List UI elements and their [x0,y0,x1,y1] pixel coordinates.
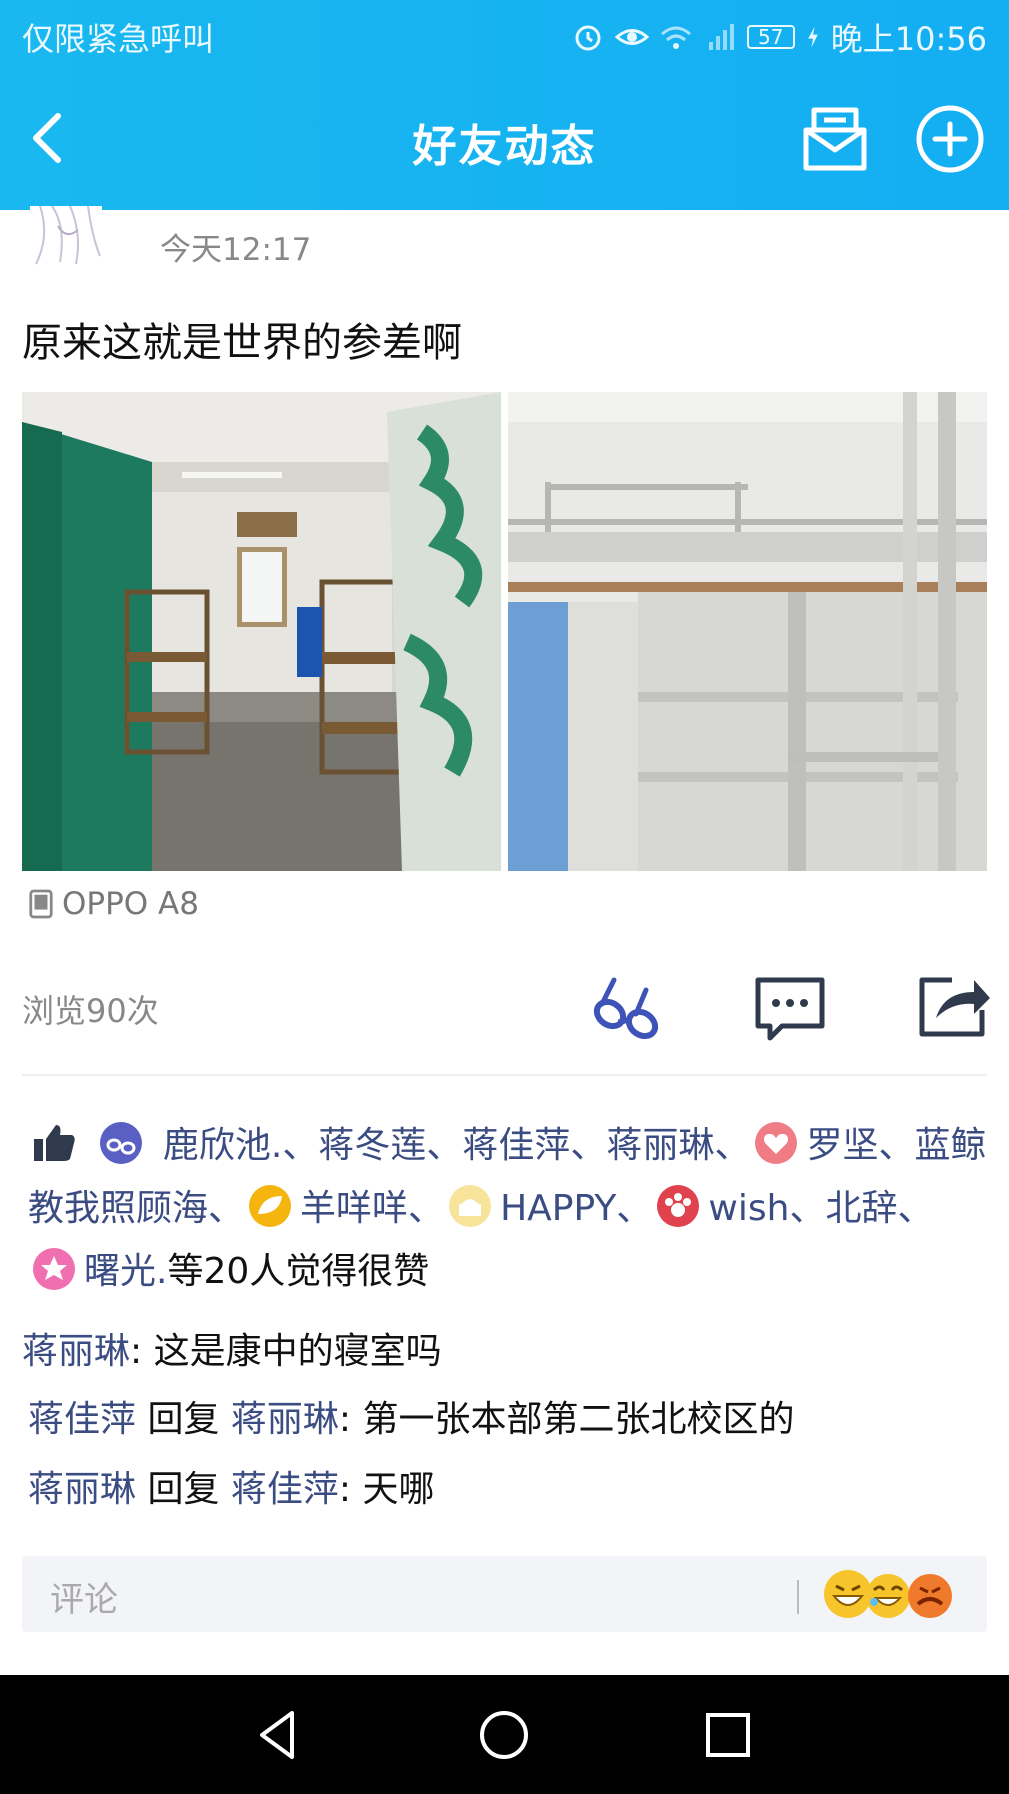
liker-name[interactable]: 北辞 [825,1188,897,1229]
title-bar: 好友动态 [0,68,1009,210]
comment-author[interactable]: 蒋丽琳 [22,1331,130,1372]
comment-input[interactable]: 评论 [50,1572,118,1621]
comment-item[interactable]: 蒋丽琳 回复 蒋佳萍: 天哪 [28,1460,435,1512]
system-nav-bar [0,1675,1009,1794]
device-label: OPPO A8 [28,886,199,922]
photo-old-dorm[interactable] [22,392,501,871]
eye-icon [614,29,649,45]
wifi-icon [660,26,691,49]
clock: 晚上10:56 [830,20,987,58]
post-card: 今天12:17 原来这就是世界的参差啊 OPPO A8 浏览90次 鹿欣池.、蒋… [0,206,1009,1675]
comment-item[interactable]: 蒋佳萍 回复 蒋丽琳: 第一张本部第二张北校区的 [28,1390,795,1442]
likes-summary: 等20人觉得很赞 [167,1251,430,1292]
thumbs-up-icon [34,1125,75,1161]
liker-name[interactable]: 蒋冬莲 [318,1125,426,1166]
nav-recents-button[interactable] [698,1705,758,1765]
charging-icon [807,26,818,48]
liker-name[interactable]: 罗坚 [806,1125,878,1166]
divider [22,1074,987,1076]
glasses-badge-icon [100,1122,143,1164]
add-button[interactable] [915,104,985,174]
comment-text: : 天哪 [338,1469,435,1510]
liker-name[interactable]: 蒋丽琳 [606,1125,714,1166]
signal-icon [708,24,734,50]
nav-back-button[interactable] [250,1705,310,1765]
comment-text: : 这是康中的寝室吗 [130,1331,442,1372]
message-box-button[interactable] [800,104,870,174]
paw-badge-icon [657,1185,700,1227]
comment-text: : 第一张本部第二张北校区的 [338,1399,795,1440]
visitor-glasses-icon[interactable] [588,968,664,1044]
status-bar: 仅限紧急呼叫 57 晚上10:56 [0,0,1009,68]
liker-name[interactable]: HAPPY [500,1188,616,1229]
status-icons: 57 晚上10:56 [571,14,987,60]
liker-name[interactable]: 曙光. [84,1251,167,1292]
photo-new-dorm[interactable] [508,392,987,871]
reply-label: 回复 [136,1399,231,1440]
device-name: OPPO A8 [62,886,199,922]
divider [797,1580,799,1614]
leaf-badge-icon [249,1185,292,1227]
emoji-icon[interactable] [824,1566,964,1622]
alarm-icon [575,25,601,51]
comment-item[interactable]: 蒋丽琳: 这是康中的寝室吗 [22,1322,442,1374]
nav-home-button[interactable] [474,1705,534,1765]
post-text: 原来这就是世界的参差啊 [22,320,462,366]
post-time: 今天12:17 [160,232,312,268]
liker-name[interactable]: 蒋佳萍 [462,1125,570,1166]
comment-input-bar[interactable]: 评论 [22,1556,987,1632]
reply-to-name[interactable]: 蒋丽琳 [231,1399,339,1440]
liker-name[interactable]: 鹿欣池. [163,1125,282,1166]
reply-label: 回复 [136,1469,231,1510]
carrier-text: 仅限紧急呼叫 [22,20,215,58]
comment-author[interactable]: 蒋丽琳 [28,1469,136,1510]
cake-badge-icon [449,1185,492,1227]
liker-name[interactable]: 羊咩咩 [300,1188,408,1229]
heart-badge-icon [755,1122,798,1164]
battery-icon: 57 [746,25,795,49]
likes-list: 鹿欣池.、蒋冬莲、蒋佳萍、蒋丽琳、 罗坚、蓝鲸教我照顾海、 羊咩咩、 HAPPY… [28,1114,988,1303]
comment-author[interactable]: 蒋佳萍 [28,1399,136,1440]
reply-to-name[interactable]: 蒋佳萍 [231,1469,339,1510]
avatar[interactable] [30,206,102,266]
comment-button[interactable] [752,968,828,1044]
share-button[interactable] [916,968,992,1044]
liker-name[interactable]: wish [708,1188,789,1229]
view-count: 浏览90次 [22,992,159,1030]
star-badge-icon [33,1248,75,1290]
phone-icon [29,889,53,919]
